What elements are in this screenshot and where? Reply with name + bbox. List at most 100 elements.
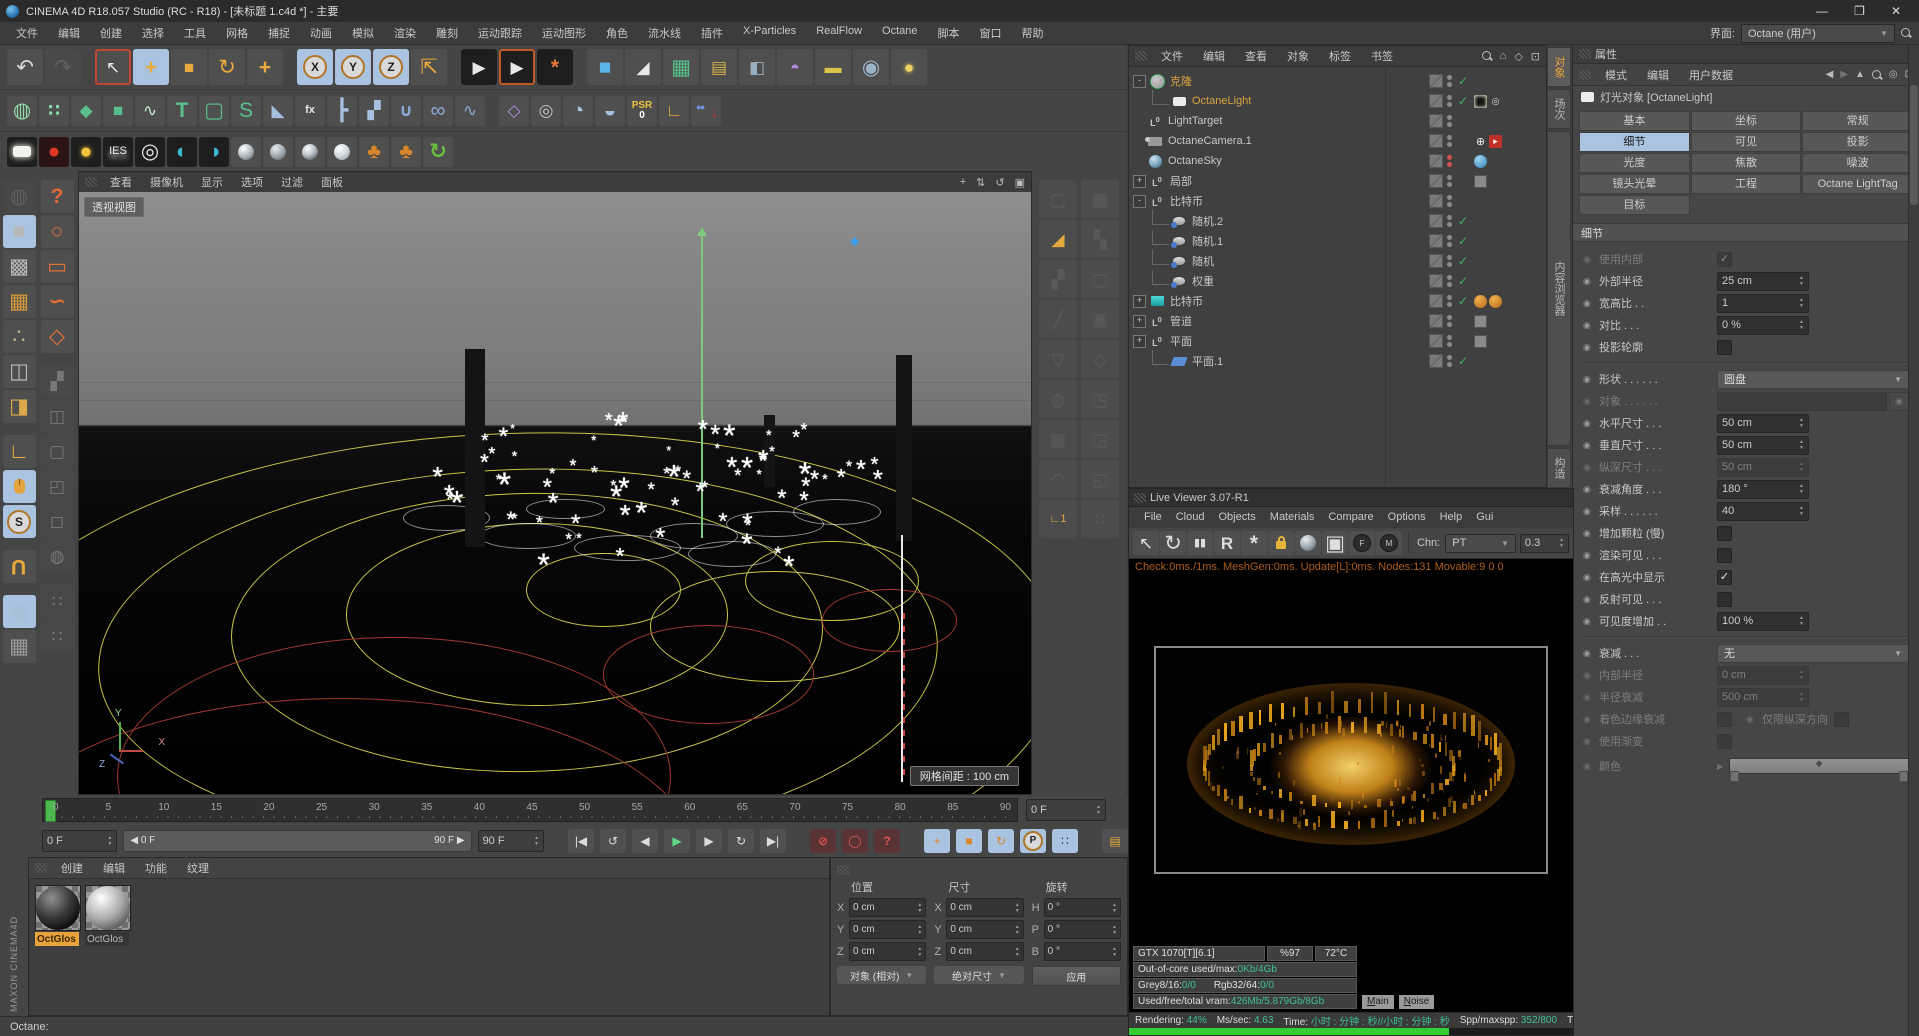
camred-tag-icon[interactable]: ▸ — [1489, 135, 1502, 148]
menu-item-File[interactable]: File — [1137, 511, 1169, 523]
prev-frame[interactable]: ◀ — [632, 829, 658, 853]
param-value-field[interactable]: 50 cm▲▼ — [1717, 414, 1809, 433]
axis-mode[interactable]: ∟ — [3, 435, 36, 468]
octane-scatter[interactable]: ♣ — [359, 137, 389, 167]
keyframe-dot-icon[interactable]: ◉ — [1583, 594, 1599, 605]
keyframe-dot-icon[interactable]: ◉ — [1583, 462, 1599, 473]
layer-toggle[interactable] — [1429, 134, 1443, 148]
object-row[interactable]: OctaneLight✓◎ — [1129, 91, 1546, 111]
menu-item-帮助[interactable]: 帮助 — [1012, 25, 1054, 41]
sculpt-dots-2[interactable]: ∷ — [41, 620, 74, 653]
layer-toggle[interactable] — [1429, 174, 1443, 188]
spinner-icon[interactable]: ▲▼ — [1112, 902, 1117, 914]
falloff-cone[interactable]: ◣ — [263, 96, 293, 126]
coord-mode-select[interactable]: 绝对尺寸▼ — [934, 966, 1023, 984]
layer-toggle[interactable] — [1429, 74, 1443, 88]
menu-item-Compare[interactable]: Compare — [1321, 511, 1380, 523]
reset-render[interactable]: R — [1214, 531, 1240, 555]
collapse-icon[interactable]: - — [1133, 195, 1146, 208]
menu-item-功能[interactable]: 功能 — [135, 860, 177, 876]
focus-tag-icon[interactable]: ◎ — [1489, 95, 1502, 108]
param-checkbox[interactable] — [1717, 592, 1732, 607]
keyframe-dot-icon[interactable]: ◉ — [1583, 342, 1599, 353]
panel-grip-icon[interactable] — [85, 177, 97, 187]
param-value-field[interactable]: 1▲▼ — [1717, 294, 1809, 313]
view-tab-Main[interactable]: Main — [1362, 995, 1394, 1009]
move-tool[interactable]: + — [133, 49, 169, 85]
visibility-dots[interactable] — [1447, 75, 1452, 87]
last-tool-move[interactable]: + — [247, 49, 283, 85]
new-panel-icon[interactable]: ⊡ — [1531, 50, 1540, 63]
menu-item-查看[interactable]: 查看 — [1235, 48, 1277, 64]
octane-specular-material[interactable] — [295, 137, 325, 167]
camera-object[interactable]: ◉ — [853, 49, 889, 85]
layer-toggle[interactable] — [1429, 254, 1443, 268]
spinner-icon[interactable]: ▲▼ — [917, 924, 922, 936]
menu-item-角色[interactable]: 角色 — [596, 25, 638, 41]
menu-item-创建[interactable]: 创建 — [51, 860, 93, 876]
cube-wire[interactable]: ◇ — [1081, 340, 1119, 378]
menu-item-选择[interactable]: 选择 — [132, 25, 174, 41]
param-checkbox[interactable] — [1717, 340, 1732, 355]
apply-button[interactable]: 应用 — [1032, 966, 1121, 986]
material-thumbnail[interactable] — [35, 885, 81, 931]
object-row[interactable]: +L0管道 — [1129, 311, 1546, 331]
enabled-check-icon[interactable]: ✓ — [1456, 74, 1470, 88]
keyframe-dot-icon[interactable]: ◉ — [1583, 736, 1599, 747]
tab-噪波[interactable]: 噪波 — [1802, 153, 1913, 173]
undo[interactable]: ↶ — [7, 49, 43, 85]
keyframe-dot-icon[interactable]: ◉ — [1583, 320, 1599, 331]
view-tab-Noise[interactable]: Noise — [1399, 995, 1435, 1009]
menu-item-Help[interactable]: Help — [1433, 511, 1470, 523]
tab-焦散[interactable]: 焦散 — [1691, 153, 1802, 173]
spline-dots[interactable]: ∿ — [455, 96, 485, 126]
object-name[interactable]: 权重 — [1192, 273, 1214, 289]
expand-icon[interactable]: + — [1133, 315, 1146, 328]
object-name[interactable]: 比特币 — [1170, 293, 1203, 309]
autokeying[interactable]: ◯ — [842, 829, 868, 853]
param-dropdown[interactable]: 无▼ — [1717, 644, 1909, 663]
gradient-handle-icon[interactable] — [1730, 771, 1739, 782]
mograph-instance[interactable]: ■ — [103, 96, 133, 126]
spinner-icon[interactable]: ▲▼ — [1112, 946, 1117, 958]
tab-基本[interactable]: 基本 — [1579, 111, 1690, 131]
menu-item-查看[interactable]: 查看 — [101, 174, 141, 190]
menu-item-Objects[interactable]: Objects — [1211, 511, 1262, 523]
snap-grid[interactable]: ∟1 — [1039, 500, 1077, 538]
keyframe-dot-icon[interactable]: ◉ — [1746, 714, 1762, 725]
toggle-panels-icon[interactable]: ▣ — [1015, 176, 1025, 189]
panel-grip-icon[interactable] — [1135, 51, 1147, 61]
visibility-dots[interactable] — [1447, 155, 1452, 167]
drop-to-floor[interactable] — [691, 96, 721, 126]
sculpt-dots-1[interactable]: ∷ — [41, 585, 74, 618]
enabled-check-icon[interactable]: ✓ — [1456, 294, 1470, 308]
zoom-view-icon[interactable]: ⇅ — [976, 176, 985, 189]
spinner-icon[interactable]: ▲▼ — [1799, 417, 1804, 429]
param-checkbox[interactable] — [1834, 712, 1849, 727]
keyframe-dot-icon[interactable]: ◉ — [1583, 670, 1599, 681]
history-back-icon[interactable]: ◀ — [1826, 69, 1834, 80]
lock-z-axis[interactable]: Z — [373, 49, 409, 85]
keyframe-dot-icon[interactable]: ◉ — [1583, 276, 1599, 287]
add-cube-object[interactable]: ■ — [587, 49, 623, 85]
psr-reset[interactable]: PSR0 — [627, 96, 657, 126]
rotate-view-icon[interactable]: ↺ — [995, 176, 1004, 189]
panel-grip-icon[interactable] — [1134, 493, 1146, 503]
pause-render[interactable]: ▮▮ — [1187, 531, 1213, 555]
minimize-button[interactable]: — — [1816, 4, 1828, 18]
knife-tool[interactable]: ╱ — [1039, 300, 1077, 338]
param-value-field[interactable]: 40▲▼ — [1717, 502, 1809, 521]
menu-item-Materials[interactable]: Materials — [1263, 511, 1322, 523]
cube-plus[interactable]: ▣ — [1081, 300, 1119, 338]
param-value-field[interactable]: 0 %▲▼ — [1717, 316, 1809, 335]
param-checkbox[interactable]: ✓ — [1717, 252, 1732, 267]
visibility-dots[interactable] — [1447, 95, 1452, 107]
spinner-icon[interactable]: ▲▼ — [1015, 902, 1020, 914]
modeling-tool-6[interactable]: ◍ — [41, 540, 74, 573]
param-value-field[interactable]: 100 %▲▼ — [1717, 612, 1809, 631]
param-checkbox[interactable] — [1717, 526, 1732, 541]
menu-item-编辑[interactable]: 编辑 — [93, 860, 135, 876]
material-ball[interactable] — [1295, 531, 1321, 555]
interface-select[interactable]: Octane (用户) ▼ — [1741, 24, 1895, 43]
menu-item-X-Particles[interactable]: X-Particles — [733, 25, 806, 41]
